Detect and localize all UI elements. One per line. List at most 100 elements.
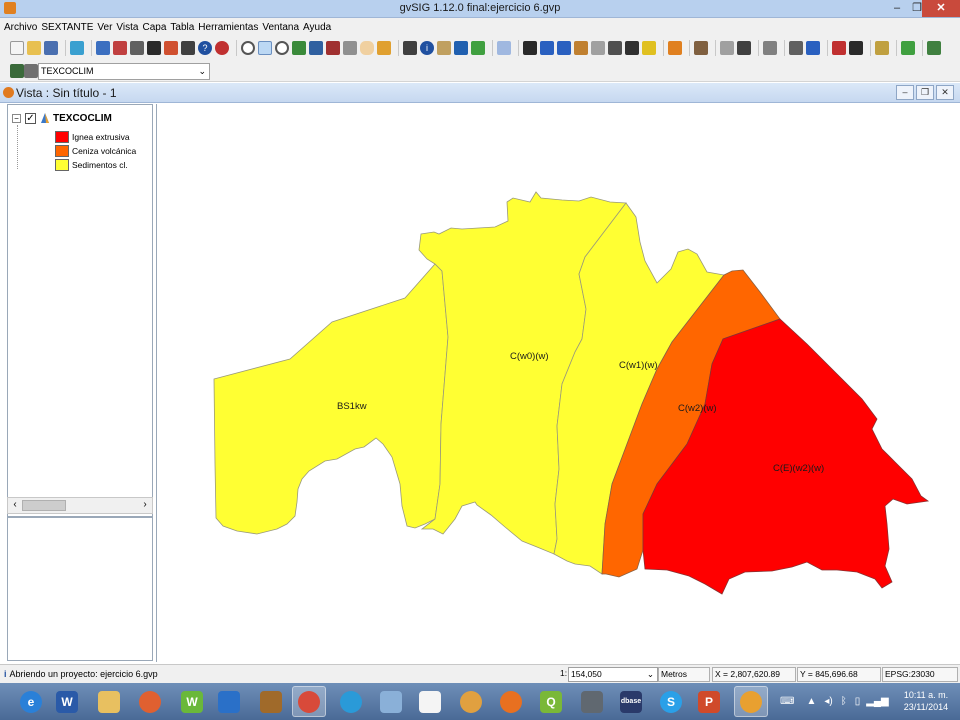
zoom-window-icon[interactable]	[258, 41, 272, 55]
taskbar-ie-icon[interactable]: e	[14, 686, 48, 717]
layer-visibility-checkbox[interactable]: ✓	[25, 112, 36, 124]
filter-icon[interactable]	[668, 41, 682, 55]
menu-sextante[interactable]: SEXTANTE	[41, 22, 93, 33]
history-icon[interactable]	[130, 41, 144, 55]
scroll-thumb[interactable]	[22, 500, 66, 511]
new-file-icon[interactable]	[10, 41, 24, 55]
export-image-icon[interactable]	[832, 41, 846, 55]
map-polygon-bs1kw[interactable]	[213, 263, 449, 535]
clear-selection-icon[interactable]	[642, 41, 656, 55]
collapse-icon[interactable]: −	[12, 113, 21, 123]
layer-table-icon[interactable]	[24, 64, 38, 78]
taskbar-skype-icon[interactable]: S	[654, 686, 688, 717]
toc-layer-texcoclim[interactable]: − ✓ TEXCOCLIM	[12, 111, 112, 125]
menu-ayuda[interactable]: Ayuda	[303, 22, 331, 33]
menu-vista[interactable]: Vista	[116, 22, 138, 33]
add-event-layer-icon[interactable]	[901, 41, 915, 55]
zoom-layer-icon[interactable]	[309, 41, 323, 55]
sextante-toolbox-icon[interactable]	[96, 41, 110, 55]
zoom-in-icon[interactable]	[241, 41, 255, 55]
map-canvas[interactable]: BS1kw C(w0)(w) C(w1)(w) C(w2)(w) C(E)(w2…	[156, 104, 960, 662]
taskbar-qgis-icon[interactable]: Q	[534, 686, 568, 717]
stop-icon[interactable]	[215, 41, 229, 55]
signal-icon[interactable]: ▂▄▆	[866, 696, 888, 707]
info-icon[interactable]: i	[420, 41, 434, 55]
layer-edit-icon[interactable]	[10, 64, 24, 78]
magnifier-icon[interactable]	[849, 41, 863, 55]
taskbar-powerpoint-icon[interactable]: P	[692, 686, 726, 717]
measure-area-icon[interactable]	[437, 41, 451, 55]
measure-distance-icon[interactable]	[403, 41, 417, 55]
edition-icon[interactable]	[694, 41, 708, 55]
scale-input[interactable]: 154,050 ⌄	[568, 667, 658, 682]
table-icon[interactable]	[454, 41, 468, 55]
scroll-right-icon[interactable]: ›	[139, 499, 151, 510]
taskbar-search-app-icon[interactable]	[334, 686, 368, 717]
hyperlink-icon[interactable]	[471, 41, 485, 55]
taskbar-microphone-icon[interactable]	[575, 686, 609, 717]
scroll-left-icon[interactable]: ‹	[9, 499, 21, 510]
zoom-select-icon[interactable]	[326, 41, 340, 55]
taskbar-clock[interactable]: 10:11 a. m. 23/11/2014	[896, 689, 956, 713]
taskbar-word-icon[interactable]: W	[50, 686, 84, 717]
keyboard-icon[interactable]: ⌨	[780, 696, 794, 707]
select-pointer-icon[interactable]	[523, 41, 537, 55]
close-button[interactable]: ✕	[922, 0, 960, 17]
taskbar-app-icon[interactable]	[133, 686, 167, 717]
pan-icon[interactable]	[360, 41, 374, 55]
view-restore-button[interactable]: ❐	[916, 85, 934, 100]
taskbar-calculator-icon[interactable]	[374, 686, 408, 717]
tray-expand-icon[interactable]: ▲	[806, 696, 816, 707]
taskbar-dbase-icon[interactable]: dbase	[614, 686, 648, 717]
toc-horizontal-scrollbar[interactable]: ‹ ›	[7, 497, 153, 514]
taskbar-document-icon[interactable]	[413, 686, 447, 717]
bluetooth-icon[interactable]: ᛒ	[841, 696, 847, 707]
taskbar-chrome-icon[interactable]	[292, 686, 326, 717]
taskbar-explorer-icon[interactable]	[92, 686, 126, 717]
batch-icon[interactable]	[164, 41, 178, 55]
graphics-icon[interactable]	[497, 41, 511, 55]
view-minimize-button[interactable]: –	[896, 85, 914, 100]
select-invert-icon[interactable]	[625, 41, 639, 55]
tools-icon[interactable]	[737, 41, 751, 55]
taskbar-wordpad-icon[interactable]: W	[175, 686, 209, 717]
geoprocess-icon[interactable]	[763, 41, 777, 55]
view-close-button[interactable]: ✕	[936, 85, 954, 100]
grid-icon[interactable]	[720, 41, 734, 55]
select-rectangle-icon[interactable]	[540, 41, 554, 55]
command-line-icon[interactable]	[147, 41, 161, 55]
select-circle-icon[interactable]	[574, 41, 588, 55]
results-icon[interactable]	[181, 41, 195, 55]
select-layer-icon[interactable]	[591, 41, 605, 55]
locator-icon[interactable]	[377, 41, 391, 55]
select-buffer-icon[interactable]	[608, 41, 622, 55]
taskbar-firefox-icon[interactable]	[494, 686, 528, 717]
add-layer-icon[interactable]	[70, 41, 84, 55]
menu-capa[interactable]: Capa	[142, 22, 166, 33]
taskbar-winrar-icon[interactable]	[254, 686, 288, 717]
volume-icon[interactable]: ◂)	[824, 696, 832, 707]
active-layer-select[interactable]: TEXCOCLIM ⌄	[38, 63, 210, 80]
menu-tabla[interactable]: Tabla	[170, 22, 194, 33]
taskbar-gvsig-launcher-icon[interactable]	[454, 686, 488, 717]
edit-layer-icon[interactable]	[875, 41, 889, 55]
power-icon[interactable]: ▯	[855, 696, 861, 707]
save-icon[interactable]	[44, 41, 58, 55]
search-map-icon[interactable]	[806, 41, 820, 55]
open-folder-icon[interactable]	[27, 41, 41, 55]
menu-herramientas[interactable]: Herramientas	[198, 22, 258, 33]
previous-zoom-icon[interactable]	[343, 41, 357, 55]
menu-ventana[interactable]: Ventana	[262, 22, 299, 33]
print-preview-icon[interactable]	[789, 41, 803, 55]
export-layer-icon[interactable]	[927, 41, 941, 55]
menu-archivo[interactable]: Archivo	[4, 22, 37, 33]
help-icon[interactable]: ?	[198, 41, 212, 55]
select-polygon-icon[interactable]	[557, 41, 571, 55]
zoom-out-icon[interactable]	[275, 41, 289, 55]
full-extent-icon[interactable]	[292, 41, 306, 55]
modeler-icon[interactable]	[113, 41, 127, 55]
locator-map[interactable]	[7, 517, 153, 661]
menu-ver[interactable]: Ver	[97, 22, 112, 33]
taskbar-media-player-icon[interactable]	[212, 686, 246, 717]
scale-dropdown-icon[interactable]: ⌄	[647, 668, 654, 681]
